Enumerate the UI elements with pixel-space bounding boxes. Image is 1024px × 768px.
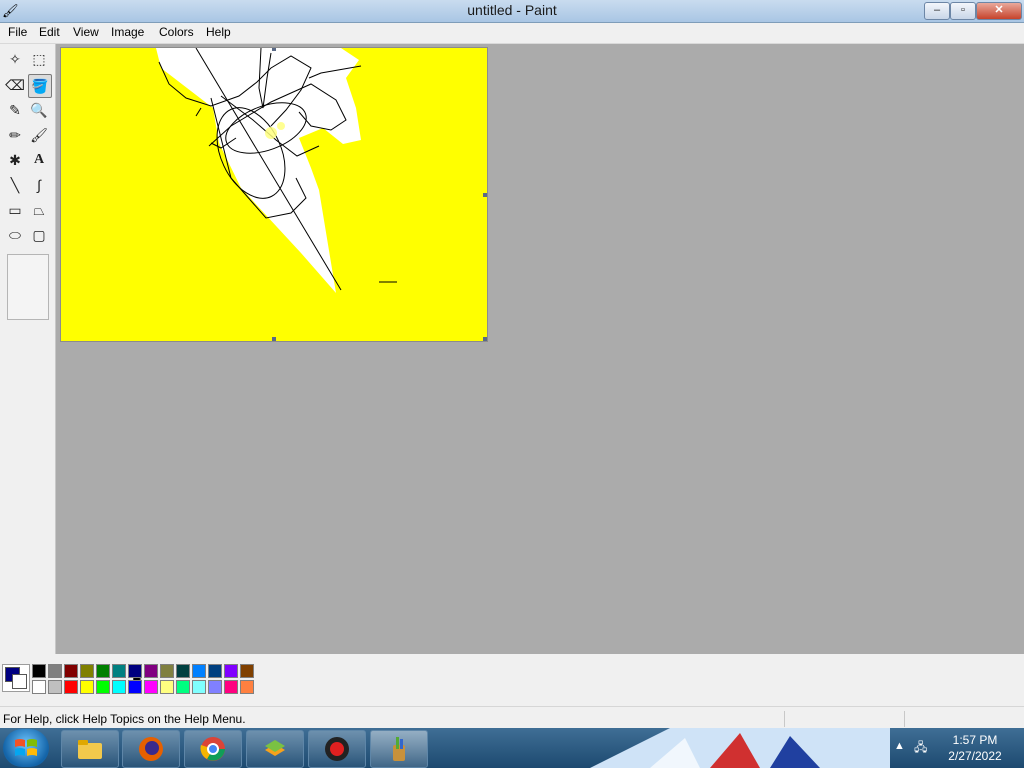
palette-swatch[interactable] bbox=[176, 664, 190, 678]
palette-swatch[interactable] bbox=[112, 664, 126, 678]
palette-swatch[interactable] bbox=[112, 680, 126, 694]
network-icon[interactable]: 🖧 bbox=[914, 738, 930, 754]
palette-swatch[interactable] bbox=[160, 664, 174, 678]
current-colors bbox=[2, 664, 30, 692]
palette-swatch[interactable] bbox=[32, 680, 46, 694]
paint-icon bbox=[393, 737, 405, 761]
toolbox: ✧ ⬚ ⌫ 🪣 ✎ 🔍 ✏ 🖌 ✱ A ╲ ∫ ▭ ⏢ ⬭ ▢ bbox=[0, 44, 56, 654]
firefox-icon bbox=[139, 737, 163, 761]
close-button[interactable]: ✕ bbox=[976, 2, 1022, 20]
ellipse-icon[interactable]: ⬭ bbox=[4, 224, 26, 246]
polygon-icon[interactable]: ⏢ bbox=[28, 199, 50, 221]
chrome-icon bbox=[200, 737, 225, 761]
curve-icon[interactable]: ∫ bbox=[28, 174, 50, 196]
palette-swatch[interactable] bbox=[160, 680, 174, 694]
palette-swatch[interactable] bbox=[32, 664, 46, 678]
palette-swatch[interactable] bbox=[208, 664, 222, 678]
palette-swatch[interactable] bbox=[192, 680, 206, 694]
brush-icon[interactable]: 🖌 bbox=[28, 124, 50, 146]
tray-expand-icon[interactable]: ▲ bbox=[894, 740, 905, 752]
status-text: For Help, click Help Topics on the Help … bbox=[3, 712, 246, 726]
pencil-icon[interactable]: ✏ bbox=[4, 124, 26, 146]
palette-swatch[interactable] bbox=[144, 680, 158, 694]
airbrush-icon[interactable]: ✱ bbox=[4, 149, 26, 171]
palette-swatch[interactable] bbox=[208, 680, 222, 694]
tool-options-box[interactable] bbox=[7, 254, 49, 320]
start-button[interactable] bbox=[3, 729, 49, 767]
maximize-button[interactable]: ▫ bbox=[950, 2, 976, 20]
menu-file[interactable]: File bbox=[8, 25, 27, 39]
background-color-swatch bbox=[12, 674, 27, 689]
palette-swatch[interactable] bbox=[128, 680, 142, 694]
palette-swatch[interactable] bbox=[224, 664, 238, 678]
taskbar-firefox[interactable] bbox=[122, 730, 180, 768]
folder-icon bbox=[78, 740, 102, 759]
menu-colors[interactable]: Colors bbox=[159, 25, 194, 39]
palette-swatch[interactable] bbox=[96, 680, 110, 694]
window-title: untitled - Paint bbox=[467, 2, 557, 18]
palette-swatch[interactable] bbox=[176, 680, 190, 694]
resize-handle[interactable] bbox=[272, 48, 276, 51]
fill-icon[interactable]: 🪣 bbox=[28, 74, 52, 98]
workspace bbox=[57, 44, 1022, 654]
free-form-select-icon[interactable]: ✧ bbox=[4, 48, 26, 70]
palette-swatch[interactable] bbox=[80, 664, 94, 678]
clock-date: 2/27/2022 bbox=[948, 749, 1002, 763]
text-icon[interactable]: A bbox=[28, 149, 50, 171]
menu-bar: File Edit View Image Colors Help bbox=[0, 23, 1024, 44]
menu-help[interactable]: Help bbox=[206, 25, 231, 39]
taskbar-folder[interactable] bbox=[61, 730, 119, 768]
status-divider bbox=[904, 711, 905, 727]
resize-handle[interactable] bbox=[483, 193, 487, 197]
menu-view[interactable]: View bbox=[73, 25, 99, 39]
taskbar: ▲ 🖧 1:57 PM 2/27/2022 bbox=[0, 728, 1024, 768]
record-icon bbox=[325, 737, 349, 761]
bluestacks-icon bbox=[265, 740, 285, 756]
minimize-button[interactable]: – bbox=[924, 2, 950, 20]
color-palette: ➤ bbox=[0, 654, 1024, 706]
taskbar-recorder[interactable] bbox=[308, 730, 366, 768]
palette-swatch[interactable] bbox=[240, 664, 254, 678]
palette-swatch[interactable] bbox=[240, 680, 254, 694]
windows-logo-icon bbox=[15, 739, 37, 756]
status-divider bbox=[784, 711, 785, 727]
rounded-rect-icon[interactable]: ▢ bbox=[28, 224, 50, 246]
rectangle-icon[interactable]: ▭ bbox=[4, 199, 26, 221]
taskbar-bluestacks[interactable] bbox=[246, 730, 304, 768]
palette-swatch[interactable] bbox=[64, 664, 78, 678]
palette-swatch[interactable] bbox=[224, 680, 238, 694]
pick-color-icon[interactable]: ✎ bbox=[4, 99, 26, 121]
palette-swatch[interactable] bbox=[64, 680, 78, 694]
taskbar-chrome[interactable] bbox=[184, 730, 242, 768]
rect-select-icon[interactable]: ⬚ bbox=[28, 48, 50, 70]
canvas-drawing bbox=[156, 48, 397, 293]
palette-swatch[interactable] bbox=[48, 664, 62, 678]
desktop-wallpaper bbox=[590, 728, 890, 768]
resize-handle[interactable] bbox=[483, 337, 487, 341]
palette-swatch[interactable] bbox=[80, 680, 94, 694]
resize-handle[interactable] bbox=[272, 337, 276, 341]
menu-edit[interactable]: Edit bbox=[39, 25, 60, 39]
clock[interactable]: 1:57 PM 2/27/2022 bbox=[940, 732, 1010, 764]
line-icon[interactable]: ╲ bbox=[4, 174, 26, 196]
status-bar: For Help, click Help Topics on the Help … bbox=[0, 706, 1024, 729]
magnifier-icon[interactable]: 🔍 bbox=[28, 99, 50, 121]
palette-swatch[interactable] bbox=[144, 664, 158, 678]
menu-image[interactable]: Image bbox=[111, 25, 144, 39]
palette-swatch[interactable] bbox=[192, 664, 206, 678]
clock-time: 1:57 PM bbox=[952, 733, 998, 747]
palette-swatch[interactable] bbox=[48, 680, 62, 694]
taskbar-paint[interactable] bbox=[370, 730, 428, 768]
eraser-icon[interactable]: ⌫ bbox=[4, 74, 26, 96]
palette-swatch[interactable] bbox=[128, 664, 142, 678]
drawing-canvas[interactable] bbox=[60, 47, 488, 342]
palette-swatch[interactable] bbox=[96, 664, 110, 678]
title-bar: 🖌 untitled - Paint – ▫ ✕ bbox=[0, 0, 1024, 23]
